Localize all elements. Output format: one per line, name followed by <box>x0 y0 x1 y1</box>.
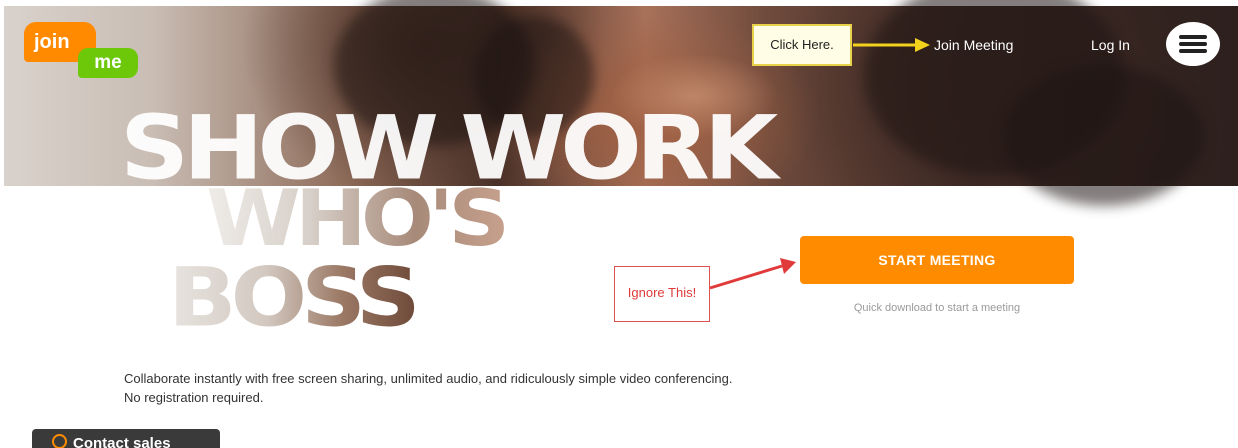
chat-bubble-icon <box>52 434 67 448</box>
click-here-callout: Click Here. <box>752 24 852 66</box>
headline-line-2: WHO'S <box>206 173 510 264</box>
start-meeting-button[interactable]: START MEETING <box>800 236 1074 284</box>
log-in-link[interactable]: Log In <box>1091 37 1130 53</box>
joinme-logo[interactable]: join me <box>24 22 144 82</box>
start-meeting-subtext: Quick download to start a meeting <box>853 302 1021 314</box>
menu-bar <box>1179 35 1207 39</box>
menu-bar <box>1179 42 1207 46</box>
join-meeting-link[interactable]: Join Meeting <box>934 37 1013 53</box>
contact-sales-label: Contact sales <box>73 435 171 448</box>
headline-line-3: BOSS <box>168 250 421 346</box>
contact-sales-button[interactable]: Contact sales <box>32 429 220 448</box>
ignore-this-callout: Ignore This! <box>614 266 710 322</box>
ignore-this-arrow <box>709 258 796 290</box>
logo-me: me <box>78 48 138 78</box>
menu-bar <box>1179 49 1207 53</box>
hamburger-menu-icon[interactable] <box>1166 22 1220 66</box>
tagline: Collaborate instantly with free screen s… <box>124 371 733 405</box>
page: SHOW WORK WHO'S BOSS join me Join Meetin… <box>0 0 1238 448</box>
